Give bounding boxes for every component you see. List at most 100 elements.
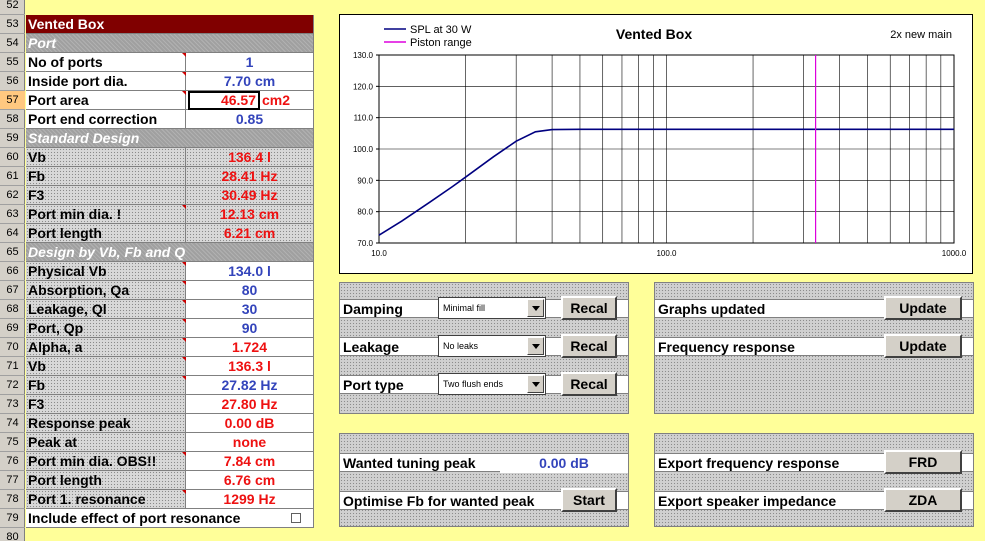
row-header-70[interactable]: 70 bbox=[0, 338, 25, 357]
x-tick-label: 1000.0 bbox=[942, 249, 967, 258]
value-no-of-ports[interactable]: 1 bbox=[186, 53, 314, 72]
row-header-65[interactable]: 65 bbox=[0, 243, 25, 262]
row-design-f3: F3 27.80 Hz bbox=[26, 395, 316, 414]
y-tick-label: 120.0 bbox=[353, 82, 374, 91]
row-phys-vb: Physical Vb 134.0 l bbox=[26, 262, 316, 281]
recal-port-type-button[interactable]: Recal bbox=[561, 372, 617, 396]
update-graphs-button[interactable]: Update bbox=[884, 296, 962, 320]
section-label: Standard Design bbox=[26, 129, 314, 148]
label-peak-at: Peak at bbox=[26, 433, 186, 452]
row-header-61[interactable]: 61 bbox=[0, 167, 25, 186]
row-header-62[interactable]: 62 bbox=[0, 186, 25, 205]
value-inside-dia[interactable]: 7.70 cm bbox=[186, 72, 314, 91]
row-header-73[interactable]: 73 bbox=[0, 395, 25, 414]
section-label: Design by Vb, Fb and Q bbox=[26, 243, 314, 262]
port-section-header: Port bbox=[26, 34, 316, 53]
export-zda-button[interactable]: ZDA bbox=[884, 488, 962, 512]
row-include-resonance: Include effect of port resonance bbox=[26, 509, 316, 528]
legend-label: Piston range bbox=[410, 37, 472, 49]
row-header-58[interactable]: 58 bbox=[0, 110, 25, 129]
label-qa: Absorption, Qa bbox=[26, 281, 186, 300]
label-qp: Port, Qp bbox=[26, 319, 186, 338]
update-frequency-button[interactable]: Update bbox=[884, 334, 962, 358]
value-design-length: 6.76 cm bbox=[186, 471, 314, 490]
row-header-75[interactable]: 75 bbox=[0, 433, 25, 452]
value-qa[interactable]: 80 bbox=[186, 281, 314, 300]
chevron-down-icon[interactable] bbox=[527, 337, 544, 355]
row-design-length: Port length 6.76 cm bbox=[26, 471, 316, 490]
label-std-vb: Vb bbox=[26, 148, 186, 167]
start-optimise-button[interactable]: Start bbox=[561, 488, 617, 512]
value-port-area-cell[interactable]: 46.57 cm2 bbox=[186, 91, 314, 110]
value-std-vb: 136.4 l bbox=[186, 148, 314, 167]
row-header-69[interactable]: 69 bbox=[0, 319, 25, 338]
value-design-fb[interactable]: 27.82 Hz bbox=[186, 376, 314, 395]
value-peak-at: none bbox=[186, 433, 314, 452]
row-header-66[interactable]: 66 bbox=[0, 262, 25, 281]
damping-select[interactable]: Minimal fill bbox=[438, 297, 546, 319]
graphs-updated-label: Graphs updated bbox=[658, 301, 766, 317]
row-header-72[interactable]: 72 bbox=[0, 376, 25, 395]
row-header-56[interactable]: 56 bbox=[0, 72, 25, 91]
standard-section-header: Standard Design bbox=[26, 129, 316, 148]
design-options-panel: Damping Minimal fill Recal Leakage No le… bbox=[339, 282, 629, 414]
recal-damping-button[interactable]: Recal bbox=[561, 296, 617, 320]
row-header-54[interactable]: 54 bbox=[0, 34, 25, 53]
label-design-length: Port length bbox=[26, 471, 186, 490]
spl-chart: 130.0 120.0 110.0 100.0 90.0 80.0 70.0 10.0 100.… bbox=[339, 14, 973, 274]
row-design-vb: Vb 136.3 l bbox=[26, 357, 316, 376]
value-design-f3: 27.80 Hz bbox=[186, 395, 314, 414]
export-imp-label: Export speaker impedance bbox=[658, 493, 837, 509]
row-qp: Port, Qp 90 bbox=[26, 319, 316, 338]
row-header-79[interactable]: 79 bbox=[0, 509, 25, 528]
row-peak: Response peak 0.00 dB bbox=[26, 414, 316, 433]
row-header-68[interactable]: 68 bbox=[0, 300, 25, 319]
value-qp[interactable]: 90 bbox=[186, 319, 314, 338]
leakage-select[interactable]: No leaks bbox=[438, 335, 546, 357]
port-type-select[interactable]: Two flush ends bbox=[438, 373, 546, 395]
label-alpha: Alpha, a bbox=[26, 338, 186, 357]
row-header-52[interactable]: 52 bbox=[0, 0, 25, 15]
include-resonance-checkbox[interactable] bbox=[291, 513, 301, 523]
export-frd-button[interactable]: FRD bbox=[884, 450, 962, 474]
wanted-peak-value[interactable]: 0.00 dB bbox=[500, 454, 628, 473]
value-design-vb: 136.3 l bbox=[186, 357, 314, 376]
row-header-53[interactable]: 53 bbox=[0, 15, 25, 34]
design-section-header: Design by Vb, Fb and Q bbox=[26, 243, 316, 262]
row-header-60[interactable]: 60 bbox=[0, 148, 25, 167]
row-header-76[interactable]: 76 bbox=[0, 452, 25, 471]
row-inside-dia: Inside port dia. 7.70 cm bbox=[26, 72, 316, 91]
row-header-59[interactable]: 59 bbox=[0, 129, 25, 148]
x-tick-label: 100.0 bbox=[656, 249, 677, 258]
label-ql: Leakage, Ql bbox=[26, 300, 186, 319]
recal-leakage-button[interactable]: Recal bbox=[561, 334, 617, 358]
label-std-f3: F3 bbox=[26, 186, 186, 205]
row-header-80[interactable]: 80 bbox=[0, 528, 25, 541]
row-header-67[interactable]: 67 bbox=[0, 281, 25, 300]
row-header-63[interactable]: 63 bbox=[0, 205, 25, 224]
label-std-fb: Fb bbox=[26, 167, 186, 186]
row-header-78[interactable]: 78 bbox=[0, 490, 25, 509]
value-port-area-box[interactable]: 46.57 bbox=[188, 91, 260, 110]
value-std-f3: 30.49 Hz bbox=[186, 186, 314, 205]
row-std-length: Port length 6.21 cm bbox=[26, 224, 316, 243]
x-tick-label: 10.0 bbox=[371, 249, 387, 258]
port-type-selected-value: Two flush ends bbox=[443, 379, 504, 389]
label-design-vb: Vb bbox=[26, 357, 186, 376]
row-header-64[interactable]: 64 bbox=[0, 224, 25, 243]
row-header-71[interactable]: 71 bbox=[0, 357, 25, 376]
row-end-corr: Port end correction 0.85 bbox=[26, 110, 316, 129]
value-phys-vb[interactable]: 134.0 l bbox=[186, 262, 314, 281]
row-header-55[interactable]: 55 bbox=[0, 53, 25, 72]
chevron-down-icon[interactable] bbox=[527, 375, 544, 393]
row-header-57[interactable]: 57 bbox=[0, 91, 25, 110]
value-end-corr[interactable]: 0.85 bbox=[186, 110, 314, 129]
leakage-selected-value: No leaks bbox=[443, 341, 479, 351]
optimise-label: Optimise Fb for wanted peak bbox=[343, 493, 535, 509]
row-no-of-ports: No of ports 1 bbox=[26, 53, 316, 72]
row-header-77[interactable]: 77 bbox=[0, 471, 25, 490]
chevron-down-icon[interactable] bbox=[527, 299, 544, 317]
value-ql[interactable]: 30 bbox=[186, 300, 314, 319]
vented-box-title: Vented Box bbox=[26, 15, 314, 34]
row-header-74[interactable]: 74 bbox=[0, 414, 25, 433]
